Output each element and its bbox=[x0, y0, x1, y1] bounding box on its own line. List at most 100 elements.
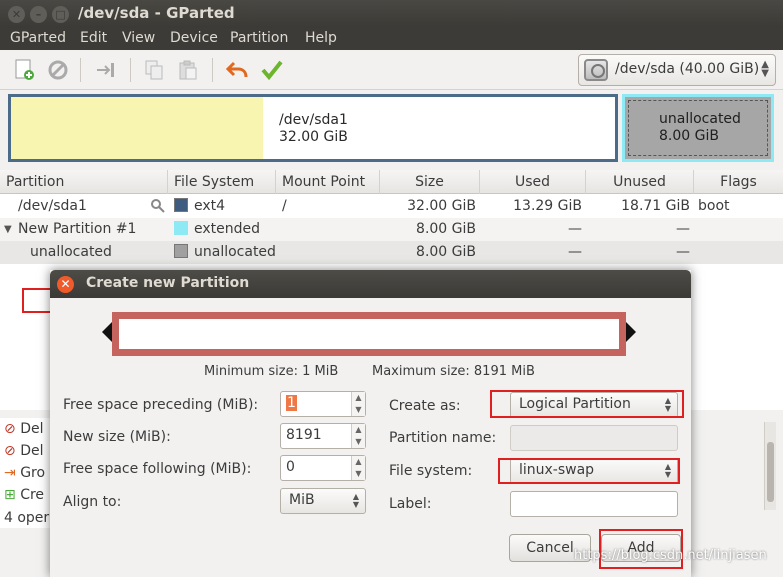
fs-swatch bbox=[174, 221, 188, 235]
window-title: /dev/sda - GParted bbox=[78, 4, 235, 22]
free-following-spinner[interactable]: 0 ▲ ▼ bbox=[280, 455, 366, 481]
cell-used: — bbox=[568, 221, 582, 237]
operation-item[interactable]: ⊘ Del bbox=[4, 440, 43, 462]
key-icon bbox=[150, 195, 166, 218]
undo-icon[interactable] bbox=[225, 58, 249, 82]
paste-icon[interactable] bbox=[176, 58, 200, 82]
chevron-updown-icon: ▲ ▼ bbox=[352, 492, 359, 509]
align-to-value: MiB bbox=[289, 492, 315, 508]
table-row[interactable]: unallocated unallocated 8.00 GiB — — bbox=[0, 241, 783, 264]
max-size-label: Maximum size: 8191 MiB bbox=[372, 364, 535, 379]
free-following-label: Free space following (MiB): bbox=[63, 461, 252, 477]
cell-used: — bbox=[568, 244, 582, 260]
new-size-value: 8191 bbox=[286, 427, 322, 443]
dialog-close-button[interactable]: ✕ bbox=[57, 276, 74, 293]
resize-right-handle-icon[interactable] bbox=[626, 322, 636, 342]
menu-view[interactable]: View bbox=[122, 30, 155, 46]
diskmap-unalloc-name: unallocated bbox=[659, 111, 741, 127]
align-to-combo[interactable]: MiB ▲ ▼ bbox=[280, 488, 366, 514]
menu-edit[interactable]: Edit bbox=[80, 30, 107, 46]
diskmap-unallocated[interactable]: unallocated 8.00 GiB bbox=[622, 94, 774, 162]
menu-gparted[interactable]: GParted bbox=[10, 30, 66, 46]
diskmap-unalloc-size: 8.00 GiB bbox=[659, 128, 719, 144]
min-size-label: Minimum size: 1 MiB bbox=[204, 364, 339, 379]
free-preceding-label: Free space preceding (MiB): bbox=[63, 397, 259, 413]
operation-item[interactable]: ⊞ Cre bbox=[4, 484, 44, 506]
chevron-updown-icon: ▲ ▼ bbox=[761, 59, 769, 79]
cell-unused: — bbox=[676, 244, 690, 260]
diskmap-sda1-size: 32.00 GiB bbox=[279, 129, 348, 145]
device-label: /dev/sda (40.00 GiB) bbox=[615, 61, 760, 77]
dialog-titlebar: ✕ Create new Partition bbox=[50, 270, 691, 298]
device-selector[interactable]: /dev/sda (40.00 GiB) ▲ ▼ bbox=[578, 54, 776, 86]
col-size[interactable]: Size bbox=[380, 170, 480, 194]
resize-move-icon[interactable] bbox=[94, 58, 118, 82]
toolbar-separator bbox=[212, 58, 213, 82]
file-system-label: File system: bbox=[389, 463, 473, 479]
table-row[interactable]: /dev/sda1 ext4 / 32.00 GiB 13.29 GiB 18.… bbox=[0, 195, 783, 218]
spinner-arrows-icon[interactable]: ▲ ▼ bbox=[351, 456, 365, 480]
cell-unused: 18.71 GiB bbox=[621, 198, 690, 214]
cell-size: 8.00 GiB bbox=[416, 221, 476, 237]
resize-left-handle-icon[interactable] bbox=[102, 322, 112, 342]
window-close-button[interactable]: ✕ bbox=[8, 6, 25, 23]
delete-icon: ⊘ bbox=[4, 421, 16, 437]
toolbar: /dev/sda (40.00 GiB) ▲ ▼ bbox=[0, 50, 783, 90]
cell-partition: New Partition #1 bbox=[18, 221, 137, 237]
cell-mountpoint: / bbox=[282, 198, 287, 214]
delete-icon[interactable] bbox=[46, 58, 70, 82]
col-flags[interactable]: Flags bbox=[694, 170, 783, 194]
create-as-label: Create as: bbox=[389, 398, 461, 414]
cell-partition: unallocated bbox=[30, 244, 112, 260]
cell-used: 13.29 GiB bbox=[513, 198, 582, 214]
table-row[interactable]: ▼ New Partition #1 extended 8.00 GiB — — bbox=[0, 218, 783, 241]
label-field[interactable] bbox=[510, 491, 678, 517]
free-preceding-spinner[interactable]: 1 ▲ ▼ bbox=[280, 391, 366, 417]
window-titlebar: ✕ – □ /dev/sda - GParted bbox=[0, 0, 783, 28]
partition-name-field bbox=[510, 425, 678, 451]
menu-device[interactable]: Device bbox=[170, 30, 218, 46]
fs-swatch bbox=[174, 244, 188, 258]
window-maximize-button[interactable]: □ bbox=[52, 6, 69, 23]
menu-partition[interactable]: Partition bbox=[230, 30, 288, 46]
col-partition[interactable]: Partition bbox=[0, 170, 168, 194]
align-to-label: Align to: bbox=[63, 494, 122, 510]
harddisk-icon bbox=[584, 59, 608, 81]
diskmap-sda1[interactable]: /dev/sda1 32.00 GiB bbox=[8, 94, 618, 162]
operations-scrollbar[interactable] bbox=[764, 422, 776, 510]
fs-swatch bbox=[174, 198, 188, 212]
apply-icon[interactable] bbox=[260, 58, 284, 82]
toolbar-separator bbox=[80, 58, 81, 82]
cell-filesystem: extended bbox=[174, 218, 260, 241]
window-minimize-button[interactable]: – bbox=[30, 6, 47, 23]
cell-flags: boot bbox=[698, 198, 730, 214]
operation-item[interactable]: ⊘ Del bbox=[4, 418, 43, 440]
new-size-label: New size (MiB): bbox=[63, 429, 171, 445]
copy-icon[interactable] bbox=[142, 58, 166, 82]
menu-help[interactable]: Help bbox=[305, 30, 337, 46]
dialog-title: Create new Partition bbox=[86, 275, 250, 291]
resizer-bar[interactable] bbox=[112, 312, 626, 356]
label-field-label: Label: bbox=[389, 496, 432, 512]
new-partition-icon: ⊞ bbox=[4, 487, 16, 503]
diskmap-sda1-name: /dev/sda1 bbox=[279, 112, 348, 128]
operation-item[interactable]: ⇥ Gro bbox=[4, 462, 45, 484]
new-partition-icon[interactable] bbox=[12, 58, 36, 82]
cell-size: 8.00 GiB bbox=[416, 244, 476, 260]
cell-filesystem: unallocated bbox=[174, 241, 276, 264]
delete-icon: ⊘ bbox=[4, 443, 16, 459]
spinner-arrows-icon[interactable]: ▲ ▼ bbox=[351, 392, 365, 416]
col-filesystem[interactable]: File System bbox=[168, 170, 276, 194]
new-size-spinner[interactable]: 8191 ▲ ▼ bbox=[280, 423, 366, 449]
col-mountpoint[interactable]: Mount Point bbox=[276, 170, 380, 194]
watermark: https://blog.csdn.net/linjiasen bbox=[574, 548, 767, 563]
col-unused[interactable]: Unused bbox=[586, 170, 694, 194]
partition-resizer[interactable] bbox=[102, 310, 636, 358]
create-partition-dialog: ✕ Create new Partition Minimum size: 1 M… bbox=[50, 270, 691, 577]
expander-icon[interactable]: ▼ bbox=[4, 218, 12, 241]
toolbar-separator bbox=[130, 58, 131, 82]
spinner-arrows-icon[interactable]: ▲ ▼ bbox=[351, 424, 365, 448]
col-used[interactable]: Used bbox=[480, 170, 586, 194]
cell-filesystem: ext4 bbox=[174, 195, 225, 218]
free-following-value: 0 bbox=[286, 459, 295, 475]
